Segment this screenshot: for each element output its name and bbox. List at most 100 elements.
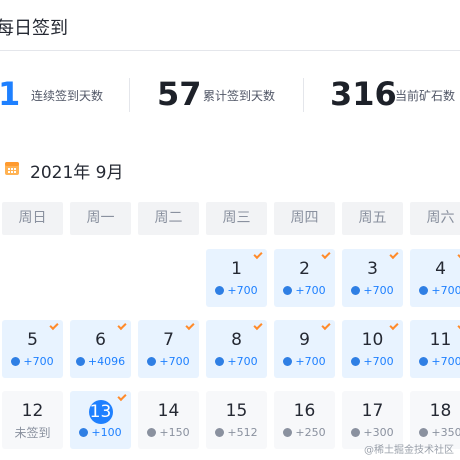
reward-amount: +700 bbox=[295, 355, 326, 368]
day-number: 2 bbox=[299, 259, 310, 279]
calendar-day-cell[interactable]: 11 +700 bbox=[410, 320, 460, 378]
reward-amount: +100 bbox=[91, 426, 122, 439]
reward: +700 bbox=[138, 355, 199, 369]
ore-icon bbox=[215, 428, 225, 437]
weekday-header: 周日 bbox=[2, 202, 63, 235]
reward-amount: +250 bbox=[295, 426, 326, 439]
ore-icon bbox=[419, 428, 429, 437]
ore-icon bbox=[79, 428, 89, 437]
reward: +300 bbox=[342, 426, 403, 440]
reward: +700 bbox=[342, 355, 403, 369]
reward-amount: +700 bbox=[431, 355, 460, 368]
calendar-day-cell[interactable]: 5 +700 bbox=[2, 320, 63, 378]
weekday-header: 周四 bbox=[274, 202, 335, 235]
sign-status: 未签到 bbox=[14, 426, 51, 440]
reward-amount: +512 bbox=[227, 426, 258, 439]
reward: +700 bbox=[410, 355, 460, 369]
reward: +100 bbox=[70, 426, 131, 440]
weekday-header: 周六 bbox=[410, 202, 460, 235]
weekday-header: 周一 bbox=[70, 202, 131, 235]
calendar-day-cell[interactable]: 7 +700 bbox=[138, 320, 199, 378]
day-number: 12 bbox=[21, 401, 44, 421]
ore-icon bbox=[283, 286, 293, 295]
reward-amount: +700 bbox=[363, 355, 394, 368]
weekday-header: 周五 bbox=[342, 202, 403, 235]
calendar-day-cell[interactable]: 1 +700 bbox=[206, 249, 267, 307]
day-number: 8 bbox=[231, 330, 242, 350]
calendar-day-cell[interactable]: 15 +512 bbox=[206, 391, 267, 449]
month-label: 2021年 9月 bbox=[30, 163, 124, 183]
day-number: 7 bbox=[163, 330, 174, 350]
calendar-day-cell[interactable]: 8 +700 bbox=[206, 320, 267, 378]
day-number: 16 bbox=[293, 401, 316, 421]
stat-consecutive-label: 连续签到天数 bbox=[31, 89, 104, 103]
calendar-day-cell[interactable]: 10 +700 bbox=[342, 320, 403, 378]
stat-total-label: 累计签到天数 bbox=[203, 89, 276, 103]
day-number: 4 bbox=[435, 259, 446, 279]
reward-amount: +4096 bbox=[87, 355, 126, 368]
reward: +700 bbox=[410, 284, 460, 298]
ore-icon bbox=[147, 357, 157, 366]
day-number: 14 bbox=[157, 401, 180, 421]
ore-icon bbox=[283, 357, 293, 366]
day-number: 18 bbox=[429, 401, 452, 421]
reward: +250 bbox=[274, 426, 335, 440]
reward: +350 bbox=[410, 426, 460, 440]
reward-amount: +350 bbox=[431, 426, 460, 439]
stat-ore-value: 316 bbox=[330, 75, 397, 113]
reward: +700 bbox=[2, 355, 63, 369]
reward-amount: +300 bbox=[363, 426, 394, 439]
stat-consecutive-value: 1 bbox=[0, 75, 21, 113]
today-marker: 13 bbox=[88, 400, 113, 424]
day-number: 11 bbox=[429, 330, 452, 350]
reward: +4096 bbox=[70, 355, 131, 369]
reward: +700 bbox=[274, 284, 335, 298]
calendar-icon bbox=[5, 162, 19, 175]
ore-icon bbox=[419, 286, 429, 295]
calendar-day-cell[interactable]: 13 +100 bbox=[70, 391, 131, 449]
day-number: 10 bbox=[361, 330, 384, 350]
day-number: 17 bbox=[361, 401, 384, 421]
day-number: 3 bbox=[367, 259, 378, 279]
calendar-day-cell[interactable]: 14 +150 bbox=[138, 391, 199, 449]
calendar-day-cell[interactable]: 4 +700 bbox=[410, 249, 460, 307]
calendar-day-cell[interactable]: 3 +700 bbox=[342, 249, 403, 307]
ore-icon bbox=[283, 428, 293, 437]
reward: +150 bbox=[138, 426, 199, 440]
day-number: 5 bbox=[27, 330, 38, 350]
reward: +700 bbox=[206, 355, 267, 369]
reward: +700 bbox=[274, 355, 335, 369]
stat-divider bbox=[303, 78, 304, 112]
ore-icon bbox=[351, 428, 361, 437]
reward-amount: +700 bbox=[159, 355, 190, 368]
day-number: 13 bbox=[70, 400, 131, 424]
reward-amount: +700 bbox=[23, 355, 54, 368]
ore-icon bbox=[75, 357, 85, 366]
page-title: 每日签到 bbox=[0, 18, 68, 39]
ore-icon bbox=[147, 428, 157, 437]
reward-amount: +700 bbox=[227, 284, 258, 297]
page-header: 每日签到 bbox=[0, 0, 460, 51]
watermark: @稀土掘金技术社区 bbox=[364, 445, 454, 456]
calendar-day-cell[interactable]: 6 +4096 bbox=[70, 320, 131, 378]
ore-icon bbox=[351, 357, 361, 366]
weekday-header: 周三 bbox=[206, 202, 267, 235]
calendar-day-cell[interactable]: 2 +700 bbox=[274, 249, 335, 307]
calendar-day-cell[interactable]: 16 +250 bbox=[274, 391, 335, 449]
ore-icon bbox=[215, 357, 225, 366]
stat-divider bbox=[129, 78, 130, 112]
reward-amount: +150 bbox=[159, 426, 190, 439]
ore-icon bbox=[215, 286, 225, 295]
calendar-day-cell[interactable]: 9 +700 bbox=[274, 320, 335, 378]
reward: +700 bbox=[206, 284, 267, 298]
ore-icon bbox=[419, 357, 429, 366]
calendar-day-cell[interactable]: 12 未签到 bbox=[2, 391, 63, 449]
reward: +700 bbox=[342, 284, 403, 298]
reward-amount: +700 bbox=[363, 284, 394, 297]
day-number: 1 bbox=[231, 259, 242, 279]
day-number: 15 bbox=[225, 401, 248, 421]
reward-amount: +700 bbox=[295, 284, 326, 297]
day-number: 9 bbox=[299, 330, 310, 350]
ore-icon bbox=[11, 357, 21, 366]
reward-amount: +700 bbox=[227, 355, 258, 368]
